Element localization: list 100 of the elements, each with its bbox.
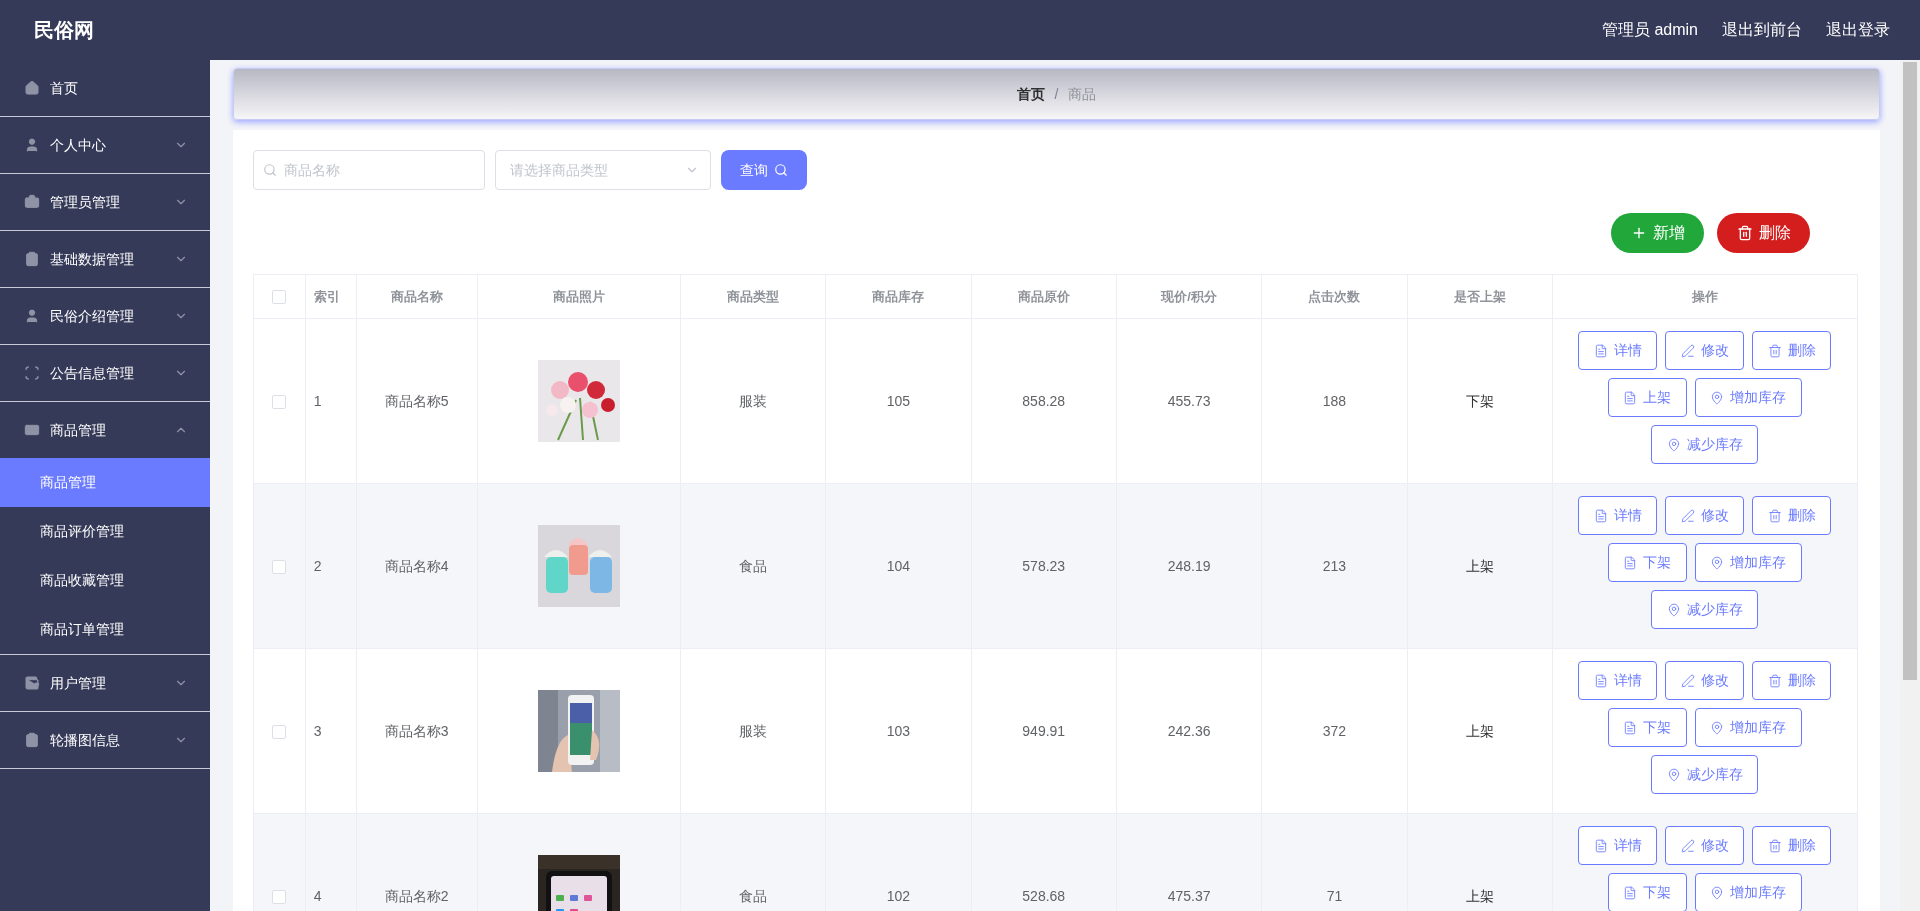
detail-button[interactable]: 详情 <box>1578 496 1658 535</box>
table-cell: 食品 <box>739 557 768 574</box>
detail-button[interactable]: 详情 <box>1578 826 1658 865</box>
search-field[interactable]: 商品名称 <box>253 150 485 190</box>
checkbox[interactable] <box>272 290 287 305</box>
pin-icon <box>1710 390 1725 405</box>
sidebar-item[interactable]: 个人中心 <box>0 117 210 173</box>
frame-icon <box>24 365 40 381</box>
search-button[interactable]: 查询 <box>721 150 807 190</box>
pen-icon <box>1680 508 1695 523</box>
column-header: 现价/积分 <box>1116 274 1262 319</box>
briefcase-icon <box>24 194 40 210</box>
sidebar-item[interactable]: 商品管理 <box>0 402 210 458</box>
trash-icon <box>1767 838 1782 853</box>
document-icon <box>1623 390 1638 405</box>
delete-button[interactable]: 删除 <box>1752 331 1832 370</box>
column-header: 点击次数 <box>1261 274 1408 319</box>
sidebar-subitem[interactable]: 商品收藏管理 <box>0 556 210 605</box>
table-cell: 商品名称4 <box>384 557 449 574</box>
trash-icon <box>1767 343 1782 358</box>
edit-button[interactable]: 修改 <box>1665 496 1745 535</box>
header-link[interactable]: 退出到前台 <box>1722 18 1802 42</box>
scrollbar-thumb[interactable] <box>1903 62 1917 680</box>
column-header: 商品原价 <box>971 274 1117 319</box>
sidebar-item[interactable]: 用户管理 <box>0 655 210 711</box>
pen-icon <box>1680 673 1695 688</box>
type-select[interactable]: 请选择商品类型 <box>495 150 711 190</box>
pin-icon <box>1710 555 1725 570</box>
sidebar-item[interactable]: 首页 <box>0 60 210 116</box>
column-header: 是否上架 <box>1407 274 1553 319</box>
table-cell: 104 <box>886 557 911 574</box>
table-cell: 103 <box>886 722 911 739</box>
header-link[interactable]: 退出登录 <box>1826 18 1890 42</box>
user-link[interactable]: 管理员 admin <box>1601 18 1698 42</box>
search-icon <box>263 163 277 177</box>
sidebar-item[interactable]: 轮播图信息 <box>0 712 210 768</box>
sidebar-item[interactable]: 民俗介绍管理 <box>0 288 210 344</box>
table-cell: 食品 <box>739 887 768 904</box>
document-icon <box>1593 343 1608 358</box>
table-cell: 242.36 <box>1167 722 1211 739</box>
document-icon <box>1623 555 1638 570</box>
breadcrumb-separator: / <box>1054 84 1059 104</box>
checkbox[interactable] <box>272 559 287 574</box>
trash-icon <box>1767 508 1782 523</box>
delete-button[interactable]: 删除 <box>1717 213 1810 253</box>
user-icon <box>24 308 40 324</box>
scrollbar[interactable] <box>1900 60 1920 911</box>
sidebar-subitem[interactable]: 商品订单管理 <box>0 605 210 654</box>
document-icon <box>1593 838 1608 853</box>
checkbox[interactable] <box>272 889 287 904</box>
edit-button[interactable]: 修改 <box>1665 826 1745 865</box>
delete-button[interactable]: 删除 <box>1752 496 1832 535</box>
document-icon <box>1593 508 1608 523</box>
document-icon <box>1623 885 1638 900</box>
trash-icon <box>1767 673 1782 688</box>
checkbox[interactable] <box>272 394 287 409</box>
table-cell: 4 <box>313 887 322 904</box>
delete-button[interactable]: 删除 <box>1752 661 1832 700</box>
pin-icon <box>1666 602 1681 617</box>
column-header: 商品库存 <box>825 274 972 319</box>
column-header: 索引 <box>305 274 357 319</box>
column-header: 商品名称 <box>356 274 478 319</box>
user-icon <box>24 137 40 153</box>
checkbox[interactable] <box>272 724 287 739</box>
table-cell: 213 <box>1322 557 1347 574</box>
shelf-button[interactable]: 下架 <box>1607 543 1687 582</box>
document-icon <box>1593 673 1608 688</box>
sidebar-subitem[interactable]: 商品管理 <box>0 458 210 507</box>
table-cell: 105 <box>886 392 911 409</box>
delete-button[interactable]: 删除 <box>1752 826 1832 865</box>
table-cell: 商品名称2 <box>384 887 449 904</box>
shelf-button[interactable]: 下架 <box>1607 873 1687 911</box>
edit-button[interactable]: 修改 <box>1665 331 1745 370</box>
column-header: 商品类型 <box>680 274 826 319</box>
pin-icon <box>1710 885 1725 900</box>
table-cell: 商品名称3 <box>384 722 449 739</box>
breadcrumb-item[interactable]: 首页 <box>1016 83 1045 105</box>
sidebar-item[interactable]: 公告信息管理 <box>0 345 210 401</box>
shelf-button[interactable]: 下架 <box>1607 708 1687 747</box>
pen-icon <box>1680 343 1695 358</box>
add-button[interactable]: 新增 <box>1611 213 1704 253</box>
pen-icon <box>1680 838 1695 853</box>
edit-button[interactable]: 修改 <box>1665 661 1745 700</box>
sidebar-item[interactable]: 管理员管理 <box>0 174 210 230</box>
sidebar-subitem[interactable]: 商品评价管理 <box>0 507 210 556</box>
breadcrumb-item: 商品 <box>1068 84 1097 104</box>
status-text: 上架 <box>1465 887 1494 904</box>
table-cell: 578.23 <box>1022 557 1066 574</box>
document-icon <box>1623 720 1638 735</box>
sidebar-item[interactable]: 基础数据管理 <box>0 231 210 287</box>
detail-button[interactable]: 详情 <box>1578 661 1658 700</box>
wallet-icon <box>24 675 40 691</box>
status-text: 上架 <box>1465 557 1494 574</box>
home-icon <box>24 80 40 96</box>
shelf-button[interactable]: 上架 <box>1607 378 1687 417</box>
table-cell: 服装 <box>739 392 768 409</box>
detail-button[interactable]: 详情 <box>1578 331 1658 370</box>
table-cell: 949.91 <box>1022 722 1066 739</box>
table-cell: 商品名称5 <box>384 392 449 409</box>
status-text: 上架 <box>1465 722 1494 739</box>
